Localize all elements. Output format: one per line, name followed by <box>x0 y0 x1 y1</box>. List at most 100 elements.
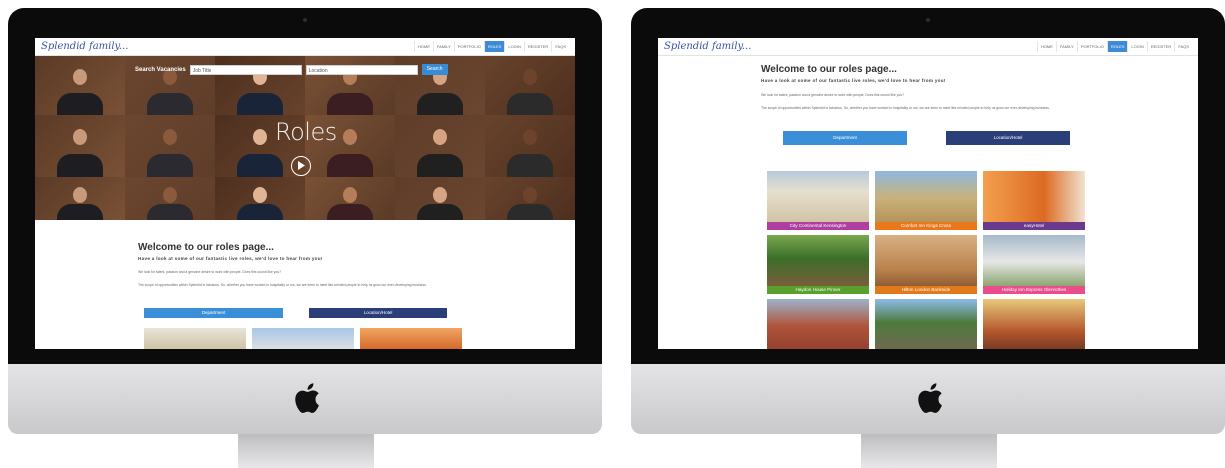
staff-uniform <box>147 203 193 220</box>
hotel-card-label: easyHotel <box>983 222 1085 230</box>
nav-family[interactable]: FAMILY <box>432 41 454 52</box>
imac-stand <box>238 434 374 468</box>
hotel-card[interactable]: Comfort Inn Kings Cross <box>875 171 977 230</box>
search-button[interactable]: Search <box>421 64 448 75</box>
hotel-card[interactable]: Hilton London Bankside <box>875 235 977 294</box>
hotel-card-preview-2[interactable] <box>252 328 354 349</box>
staff-photo-tile <box>35 56 125 116</box>
staff-uniform <box>417 92 463 116</box>
staff-face <box>73 128 87 145</box>
staff-face <box>523 186 537 203</box>
nav-portfolio[interactable]: PORTFOLIO <box>1076 41 1107 52</box>
top-nav: Splendid family... HOME FAMILY PORTFOLIO… <box>658 38 1198 56</box>
staff-face <box>433 186 447 203</box>
nav-login[interactable]: LOGIN <box>504 41 523 52</box>
apple-logo-icon <box>918 383 942 413</box>
staff-uniform <box>417 153 463 178</box>
hotel-card[interactable]: Holiday Inn Leeds East <box>875 299 977 349</box>
staff-photo-tile <box>125 177 215 220</box>
hotel-card[interactable]: Holiday Inn Express, Gatwick <box>767 299 869 349</box>
location-hotel-button[interactable]: Location/Hotel <box>309 308 447 318</box>
nav-login[interactable]: LOGIN <box>1127 41 1146 52</box>
imac-chin <box>8 364 602 434</box>
staff-uniform <box>327 92 373 116</box>
staff-photo-tile <box>485 115 575 178</box>
location-input[interactable]: Location <box>305 64 418 75</box>
staff-uniform <box>57 92 103 116</box>
hotel-card[interactable]: City Continental Kensington <box>767 171 869 230</box>
staff-uniform <box>147 92 193 116</box>
site-logo[interactable]: Splendid family... <box>41 38 128 55</box>
staff-uniform <box>237 153 283 178</box>
hotel-card-label: Hilton London Bankside <box>875 286 977 294</box>
staff-face <box>253 186 267 203</box>
department-button[interactable]: Department <box>144 308 283 318</box>
site-logo[interactable]: Splendid family... <box>664 38 751 55</box>
nav-roles[interactable]: ROLES <box>483 41 505 52</box>
staff-photo-tile <box>305 177 395 220</box>
nav-roles[interactable]: ROLES <box>1106 41 1128 52</box>
nav-home[interactable]: HOME <box>413 41 433 52</box>
staff-photo-tile <box>485 177 575 220</box>
nav-register[interactable]: REGISTER <box>523 41 551 52</box>
page-subheading: Have a look at some of our fantastic liv… <box>761 78 946 83</box>
screen-left: Splendid family... HOME FAMILY PORTFOLIO… <box>35 38 575 349</box>
staff-face <box>523 128 537 145</box>
nav-register[interactable]: REGISTER <box>1146 41 1174 52</box>
intro-text: We look for talent, passion and a genuin… <box>761 93 904 97</box>
staff-photo-tile <box>215 177 305 220</box>
scope-text: The scope of opportunities within Splend… <box>138 283 427 287</box>
staff-face <box>343 128 357 145</box>
staff-face <box>343 186 357 203</box>
hotel-card-label: Haydon House Pinner <box>767 286 869 294</box>
staff-uniform <box>57 153 103 178</box>
staff-face <box>253 128 267 145</box>
hotel-card[interactable]: easyHotel <box>983 171 1085 230</box>
department-button[interactable]: Department <box>783 131 907 145</box>
nav-faqs[interactable]: FAQS <box>1174 41 1192 52</box>
staff-uniform <box>507 92 553 116</box>
hotel-card-preview-3[interactable] <box>360 328 462 349</box>
camera-icon <box>926 18 930 22</box>
staff-face <box>73 68 87 85</box>
staff-photo-tile <box>35 177 125 220</box>
location-hotel-button[interactable]: Location/Hotel <box>946 131 1070 145</box>
staff-uniform <box>147 153 193 178</box>
hotel-card-label: Comfort Inn Kings Cross <box>875 222 977 230</box>
hotel-card-label: City Continental Kensington <box>767 222 869 230</box>
staff-face <box>163 128 177 145</box>
staff-uniform <box>327 153 373 178</box>
main-menu: HOME FAMILY PORTFOLIO ROLES LOGIN REGIST… <box>413 41 569 52</box>
nav-home[interactable]: HOME <box>1036 41 1056 52</box>
staff-photo-tile <box>485 56 575 116</box>
vacancy-search: Search Vacancies Job Title Location Sear… <box>135 64 448 75</box>
staff-uniform <box>237 92 283 116</box>
imac-chin <box>631 364 1225 434</box>
play-icon[interactable] <box>291 156 311 176</box>
hotel-card[interactable]: Holiday Inn Northampton West <box>983 299 1085 349</box>
imac-bezel: Splendid family... HOME FAMILY PORTFOLIO… <box>8 8 602 364</box>
page-heading: Welcome to our roles page... <box>761 64 897 75</box>
hotel-card[interactable]: Holiday Inn Express Glenrothes <box>983 235 1085 294</box>
staff-uniform <box>417 203 463 220</box>
page-heading: Welcome to our roles page... <box>138 242 274 253</box>
hotel-card[interactable]: Haydon House Pinner <box>767 235 869 294</box>
imac-bezel: Splendid family... HOME FAMILY PORTFOLIO… <box>631 8 1225 364</box>
job-title-input[interactable]: Job Title <box>189 64 302 75</box>
staff-uniform <box>327 203 373 220</box>
nav-faqs[interactable]: FAQS <box>551 41 569 52</box>
intro-text: We look for talent, passion and a genuin… <box>138 270 281 274</box>
staff-face <box>523 68 537 85</box>
nav-portfolio[interactable]: PORTFOLIO <box>453 41 484 52</box>
roles-content: Welcome to our roles page... Have a look… <box>35 220 575 349</box>
staff-photo-tile <box>35 115 125 178</box>
staff-face <box>433 128 447 145</box>
screen-right: Splendid family... HOME FAMILY PORTFOLIO… <box>658 38 1198 349</box>
camera-icon <box>303 18 307 22</box>
hero-banner: Search Vacancies Job Title Location Sear… <box>35 56 575 220</box>
nav-family[interactable]: FAMILY <box>1055 41 1077 52</box>
hotel-card-preview-1[interactable] <box>144 328 246 349</box>
apple-logo-icon <box>295 383 319 413</box>
search-label: Search Vacancies <box>135 66 186 73</box>
scope-text: The scope of opportunities within Splend… <box>761 106 1050 110</box>
